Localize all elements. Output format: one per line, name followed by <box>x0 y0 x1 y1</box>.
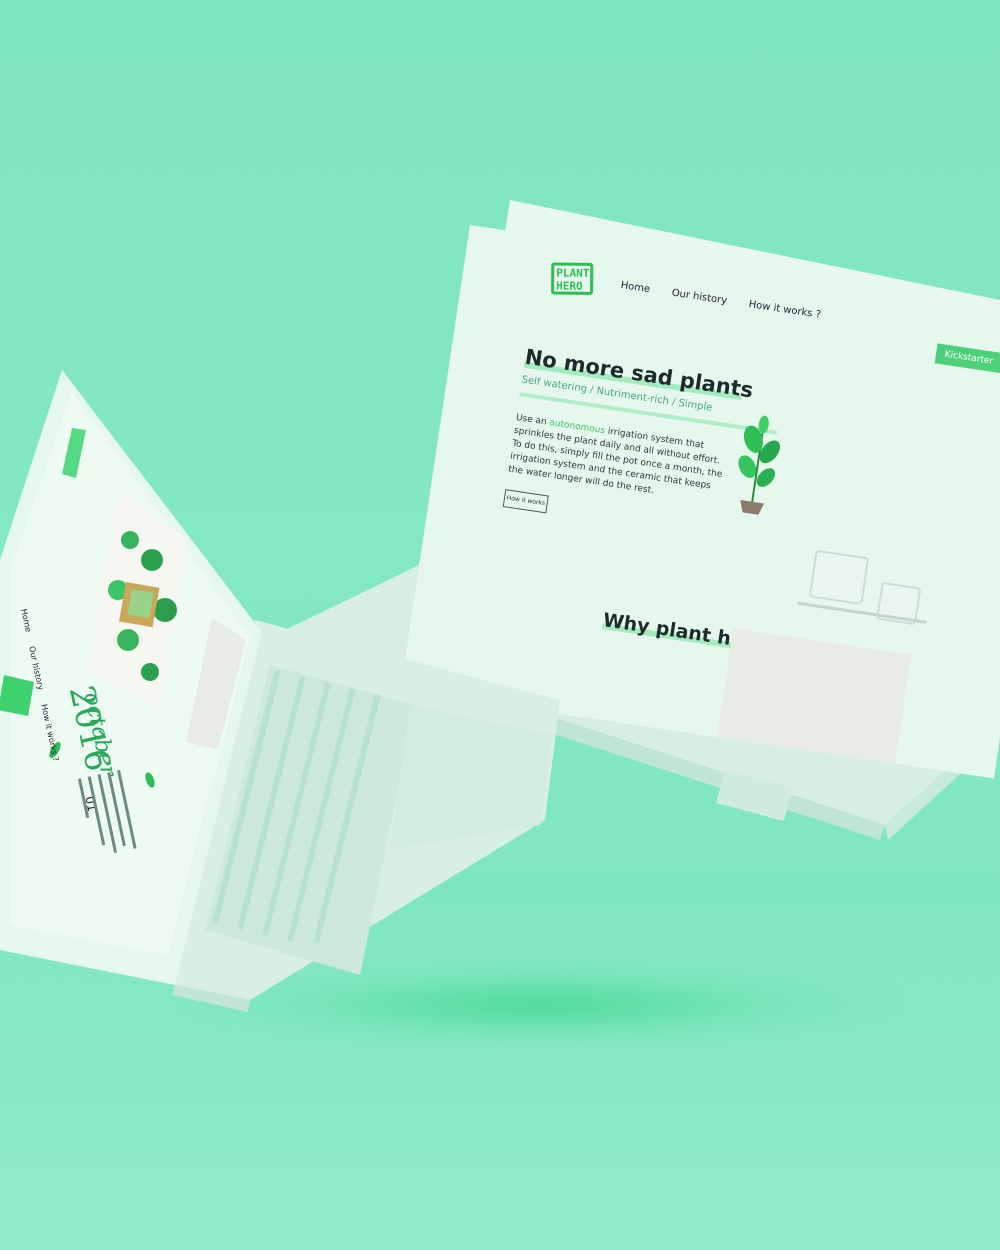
scene: PLANT HERO Home Our history How it works… <box>0 0 1000 1250</box>
left-laptop <box>0 370 560 1012</box>
